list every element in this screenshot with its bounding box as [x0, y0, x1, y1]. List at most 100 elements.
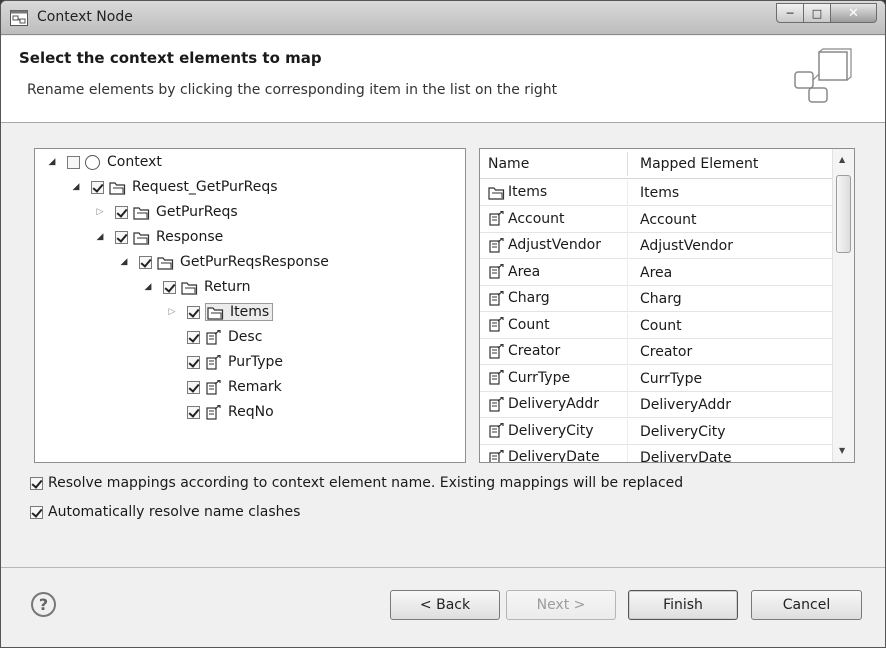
- minimize-button[interactable]: ─: [776, 3, 804, 23]
- table-row[interactable]: Area Area: [480, 259, 833, 286]
- tree-item-checkbox[interactable]: [91, 180, 104, 194]
- mapped-element-cell[interactable]: AdjustVendor: [640, 238, 733, 254]
- tree-label-group[interactable]: PurType: [205, 354, 283, 370]
- tree-label-group[interactable]: GetPurReqs: [133, 204, 238, 220]
- table-row[interactable]: AdjustVendor AdjustVendor: [480, 233, 833, 259]
- expand-arrow-icon[interactable]: ◢: [141, 282, 155, 292]
- cancel-button[interactable]: Cancel: [751, 590, 862, 620]
- table-row[interactable]: DeliveryAddr DeliveryAddr: [480, 392, 833, 418]
- name-cell[interactable]: Area: [488, 264, 540, 280]
- attribute-icon: [205, 329, 222, 345]
- name-cell[interactable]: Creator: [488, 343, 560, 359]
- resolve-mappings-option[interactable]: Resolve mappings according to context el…: [30, 475, 683, 491]
- name-cell[interactable]: DeliveryCity: [488, 423, 594, 439]
- tree-item-checkbox[interactable]: [187, 355, 200, 369]
- mapped-element-cell[interactable]: DeliveryDate: [640, 450, 732, 462]
- tree-item-checkbox[interactable]: [115, 205, 128, 219]
- table-scrollbar[interactable]: ▲ ▼: [832, 149, 854, 462]
- tree-label-group[interactable]: Return: [181, 279, 250, 295]
- tree-item[interactable]: Remark: [165, 376, 282, 398]
- tree-item-checkbox[interactable]: [163, 280, 176, 294]
- tree-label-group[interactable]: GetPurReqsResponse: [157, 254, 329, 270]
- tree-item[interactable]: ◢ Return: [141, 276, 251, 298]
- back-button[interactable]: < Back: [390, 590, 500, 620]
- table-row[interactable]: Creator Creator: [480, 339, 833, 365]
- tree-item[interactable]: ◢ Context: [45, 151, 162, 173]
- scroll-up-icon[interactable]: ▲: [839, 155, 845, 164]
- tree-label-group[interactable]: Desc: [205, 329, 262, 345]
- mapping-table[interactable]: Name Mapped Element Items Items Account Acc…: [479, 148, 855, 463]
- name-cell-text: AdjustVendor: [508, 237, 601, 253]
- tree-item-checkbox[interactable]: [139, 255, 152, 269]
- tree-item-checkbox[interactable]: [187, 405, 200, 419]
- tree-item[interactable]: ReqNo: [165, 401, 274, 423]
- tree-label-group[interactable]: Response: [133, 229, 223, 245]
- maximize-button[interactable]: □: [804, 3, 831, 23]
- table-row[interactable]: Count Count: [480, 312, 833, 339]
- mapped-element-cell[interactable]: Creator: [640, 344, 692, 360]
- expand-arrow-icon[interactable]: ◢: [69, 182, 83, 192]
- help-button[interactable]: ?: [31, 592, 56, 617]
- tree-item[interactable]: ◢ Request_GetPurReqs: [69, 176, 278, 198]
- tree-label-group[interactable]: Context: [85, 154, 162, 170]
- resolve-mappings-label: Resolve mappings according to context el…: [48, 475, 684, 491]
- mapped-element-cell[interactable]: Items: [640, 185, 679, 201]
- scroll-down-icon[interactable]: ▼: [839, 446, 845, 455]
- tree-item[interactable]: PurType: [165, 351, 283, 373]
- expand-arrow-icon[interactable]: ◢: [93, 232, 107, 242]
- name-cell[interactable]: DeliveryAddr: [488, 396, 599, 412]
- tree-label-group[interactable]: Remark: [205, 379, 282, 395]
- tree-item[interactable]: ▷ Items: [165, 301, 274, 323]
- resolve-clashes-checkbox[interactable]: [30, 505, 43, 519]
- collapse-arrow-icon[interactable]: ▷: [165, 307, 179, 317]
- name-cell[interactable]: Count: [488, 317, 550, 333]
- expand-arrow-icon[interactable]: ◢: [45, 157, 59, 167]
- context-element-tree[interactable]: ◢ Context ◢ Request_GetPurReqs ▷ GetPurReqs ◢ R…: [34, 148, 466, 463]
- mapped-element-cell[interactable]: Account: [640, 212, 697, 228]
- tree-item[interactable]: ▷ GetPurReqs: [93, 201, 238, 223]
- resolve-clashes-option[interactable]: Automatically resolve name clashes: [30, 504, 300, 520]
- mapped-element-cell[interactable]: DeliveryCity: [640, 424, 726, 440]
- name-cell[interactable]: Charg: [488, 290, 550, 306]
- name-cell[interactable]: AdjustVendor: [488, 237, 601, 253]
- mapped-element-cell[interactable]: Area: [640, 265, 672, 281]
- finish-button[interactable]: Finish: [628, 590, 738, 620]
- tree-label-group[interactable]: Request_GetPurReqs: [109, 179, 278, 195]
- name-cell[interactable]: DeliveryDate: [488, 449, 600, 462]
- tree-item-checkbox[interactable]: [67, 155, 80, 169]
- next-button[interactable]: Next >: [506, 590, 616, 620]
- table-row[interactable]: CurrType CurrType: [480, 365, 833, 392]
- table-row[interactable]: DeliveryDate DeliveryDate: [480, 445, 833, 462]
- column-header-name[interactable]: Name: [488, 156, 529, 172]
- name-cell-text: DeliveryCity: [508, 422, 594, 439]
- close-button[interactable]: ✕: [831, 3, 877, 23]
- collapse-arrow-icon[interactable]: ▷: [93, 207, 107, 217]
- mapped-element-cell[interactable]: Count: [640, 318, 682, 334]
- table-row[interactable]: Items Items: [480, 180, 833, 206]
- cell-divider: [627, 312, 628, 339]
- tree-item[interactable]: ◢ GetPurReqsResponse: [117, 251, 329, 273]
- selected-tree-label[interactable]: Items: [205, 303, 274, 321]
- table-row[interactable]: Account Account: [480, 206, 833, 233]
- table-row[interactable]: Charg Charg: [480, 286, 833, 312]
- tree-item[interactable]: ◢ Response: [93, 226, 224, 248]
- resolve-mappings-checkbox[interactable]: [30, 476, 43, 490]
- name-cell[interactable]: Account: [488, 211, 565, 227]
- tree-item-checkbox[interactable]: [187, 305, 200, 319]
- name-cell[interactable]: CurrType: [488, 370, 570, 386]
- tree-item[interactable]: Desc: [165, 326, 262, 348]
- mapped-element-cell[interactable]: Charg: [640, 291, 682, 307]
- mapped-element-cell[interactable]: CurrType: [640, 371, 702, 387]
- tree-item-checkbox[interactable]: [115, 230, 128, 244]
- wizard-banner-icon: [789, 48, 855, 106]
- scrollbar-thumb[interactable]: [836, 175, 851, 253]
- mapped-element-cell[interactable]: DeliveryAddr: [640, 397, 731, 413]
- tree-label-group[interactable]: ReqNo: [205, 404, 274, 420]
- column-header-mapped-element[interactable]: Mapped Element: [640, 156, 758, 172]
- tree-item-checkbox[interactable]: [187, 330, 200, 344]
- table-row[interactable]: DeliveryCity DeliveryCity: [480, 418, 833, 445]
- title-bar[interactable]: Context Node ─ □ ✕: [1, 1, 885, 35]
- name-cell[interactable]: Items: [488, 184, 547, 200]
- tree-item-checkbox[interactable]: [187, 380, 200, 394]
- expand-arrow-icon[interactable]: ◢: [117, 257, 131, 267]
